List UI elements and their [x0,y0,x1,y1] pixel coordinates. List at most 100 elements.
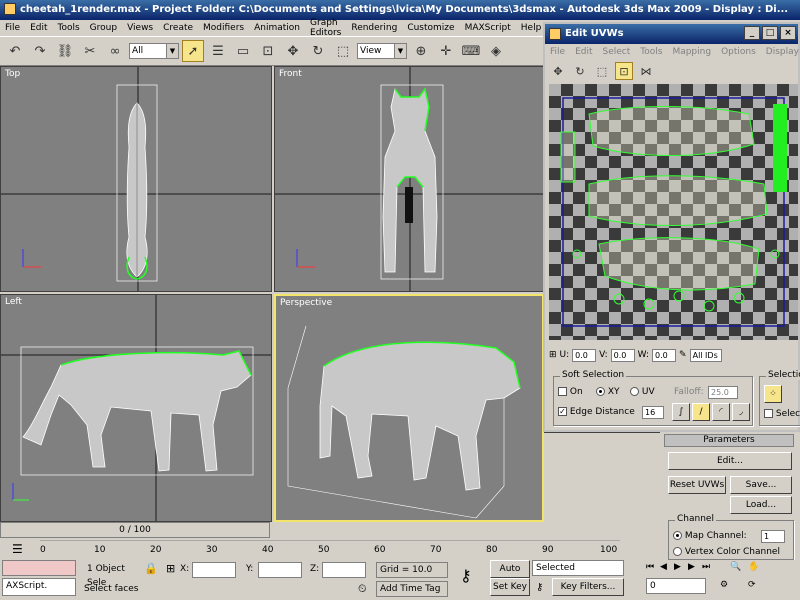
time-slider[interactable]: 0 / 100 [0,522,270,538]
uv-menu-file[interactable]: File [545,47,570,57]
selection-lock-icon[interactable]: 🔒 [144,562,158,575]
menu-views[interactable]: Views [122,23,158,33]
viewport-label-left[interactable]: Left [5,297,22,307]
falloff-smooth-icon[interactable]: ∫ [672,403,690,421]
select-vertex-icon[interactable]: ⁘ [764,385,782,403]
load-button[interactable]: Load... [730,496,792,514]
rect-region-icon[interactable]: ▭ [232,40,254,62]
select-by-name-icon[interactable]: ☰ [207,40,229,62]
menu-create[interactable]: Create [158,23,198,33]
uv-canvas[interactable] [549,84,798,340]
time-config-icon[interactable]: ⚙ [720,580,728,590]
link-icon[interactable]: ⛓ [54,40,76,62]
edge-distance-checkbox[interactable]: ✓ [558,407,567,416]
select-element-checkbox[interactable] [764,409,773,418]
maxscript-listener[interactable]: AXScript. [2,578,76,596]
set-key-button[interactable]: Set Key [490,578,530,596]
uv-lock-icon[interactable]: ⊞ [549,350,557,360]
menu-animation[interactable]: Animation [249,23,305,33]
soft-xy-radio[interactable] [596,387,605,396]
viewport-left[interactable]: Left [0,294,272,522]
menu-rendering[interactable]: Rendering [346,23,402,33]
viewport-front[interactable]: Front [274,66,544,292]
menu-file[interactable]: File [0,23,25,33]
add-time-tag[interactable]: Add Time Tag [376,581,448,597]
menu-maxscript[interactable]: MAXScript [460,23,516,33]
soft-uv-radio[interactable] [630,387,639,396]
uv-scale-icon[interactable]: ⬚ [593,62,611,80]
key-filters-button[interactable]: Key Filters... [552,578,624,596]
orbit-icon[interactable]: ⟳ [748,580,756,590]
keyboard-shortcut-icon[interactable]: ⌨ [460,40,482,62]
minimize-icon[interactable]: _ [744,26,760,40]
rotate-icon[interactable]: ↻ [307,40,329,62]
menu-customize[interactable]: Customize [402,23,459,33]
menu-tools[interactable]: Tools [53,23,85,33]
bind-space-warp-icon[interactable]: ∞ [104,40,126,62]
uv-menu-display[interactable]: Display [761,47,800,57]
ids-dropdown[interactable]: All IDs [689,348,722,362]
absolute-mode-icon[interactable]: ⊞ [166,562,175,575]
manipulate-icon[interactable]: ✛ [435,40,457,62]
w-field[interactable]: 0.0 [652,348,677,362]
scale-icon[interactable]: ⬚ [332,40,354,62]
zoom-icon[interactable]: 🔍 [730,562,741,572]
current-frame-field[interactable]: 0 [646,578,706,594]
menu-modifiers[interactable]: Modifiers [198,23,249,33]
edge-distance-field[interactable]: 16 [642,406,664,419]
ref-coord-dropdown[interactable]: View ▼ [357,43,407,59]
falloff-fast-icon[interactable]: ◞ [732,403,750,421]
map-channel-field[interactable]: 1 [761,530,785,543]
close-icon[interactable]: × [780,26,796,40]
uv-menu-options[interactable]: Options [716,47,761,57]
reset-uvws-button[interactable]: Reset UVWs [668,476,726,494]
viewport-label-top[interactable]: Top [5,69,20,79]
uv-menu-edit[interactable]: Edit [570,47,597,57]
uv-menu-tools[interactable]: Tools [635,47,667,57]
play-icon[interactable]: ▶ [674,562,681,572]
unlink-icon[interactable]: ✂ [79,40,101,62]
edit-button[interactable]: Edit... [668,452,792,470]
maxscript-listener-top[interactable] [2,560,76,576]
goto-end-icon[interactable]: ⏭ [702,562,710,572]
edit-uvws-titlebar[interactable]: Edit UVWs _ □ × [545,24,798,44]
pivot-icon[interactable]: ⊕ [410,40,432,62]
v-field[interactable]: 0.0 [610,348,635,362]
soft-on-checkbox[interactable] [558,387,567,396]
viewport-label-perspective[interactable]: Perspective [280,298,332,308]
goto-start-icon[interactable]: ⏮ [646,562,654,572]
window-crossing-icon[interactable]: ⊡ [257,40,279,62]
u-field[interactable]: 0.0 [572,348,597,362]
y-coord-field[interactable] [258,562,302,578]
uv-rotate-icon[interactable]: ↻ [571,62,589,80]
uv-move-icon[interactable]: ✥ [549,62,567,80]
undo-icon[interactable]: ↶ [4,40,26,62]
z-coord-field[interactable] [322,562,366,578]
viewport-perspective[interactable]: Perspective [274,294,544,522]
falloff-field[interactable]: 25.0 [708,386,738,399]
uv-menu-select[interactable]: Select [598,47,636,57]
redo-icon[interactable]: ↷ [29,40,51,62]
falloff-linear-icon[interactable]: / [692,403,710,421]
falloff-slow-icon[interactable]: ◜ [712,403,730,421]
uv-mirror-icon[interactable]: ⋈ [637,62,655,80]
menu-help[interactable]: Help [516,23,547,33]
key-mode-dropdown[interactable]: Selected [532,560,624,576]
timeline-config-icon[interactable]: ☰ [12,542,23,556]
move-icon[interactable]: ✥ [282,40,304,62]
viewport-label-front[interactable]: Front [279,69,302,79]
auto-key-button[interactable]: Auto Key [490,560,530,590]
pan-icon[interactable]: ✋ [748,562,759,572]
uv-menu-mapping[interactable]: Mapping [667,47,716,57]
maximize-icon[interactable]: □ [762,26,778,40]
select-object-icon[interactable]: ➚ [182,40,204,62]
selection-filter-dropdown[interactable]: All ▼ [129,43,179,59]
menu-graph-editors[interactable]: Graph Editors [305,18,346,38]
paint-icon[interactable]: ✎ [679,350,687,360]
menu-group[interactable]: Group [85,23,122,33]
timeline-ruler[interactable]: ☰ 0 10 20 30 40 50 60 70 80 90 100 [0,539,660,558]
next-frame-icon[interactable]: ▶ [688,562,695,572]
x-coord-field[interactable] [192,562,236,578]
prev-frame-icon[interactable]: ◀ [660,562,667,572]
snap-icon[interactable]: ◈ [485,40,507,62]
